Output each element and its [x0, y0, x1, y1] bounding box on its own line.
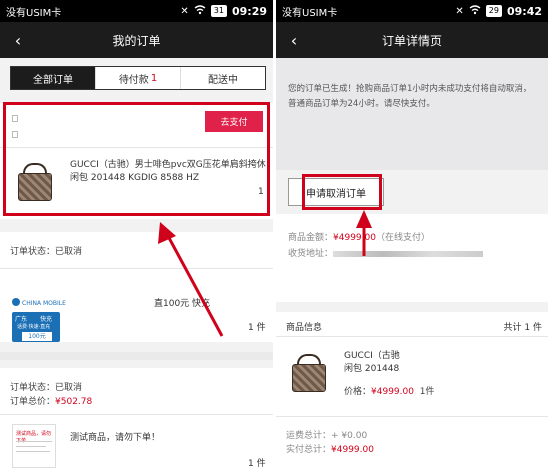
right-screen: 没有USIM卡 ✕ 29 09:42 ‹ 订单详情页 您的订单已生成！抢购商品订… [276, 0, 548, 472]
left-screen: 没有USIM卡 ✕ 31 09:29 ‹ 我的订单 全部订单 待付款 1 配送中… [0, 0, 273, 472]
red-arrow-annotation [356, 210, 372, 256]
red-arrow-annotation [158, 222, 224, 337]
